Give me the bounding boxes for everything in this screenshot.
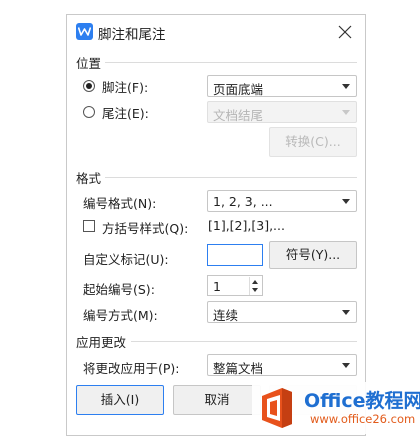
endnote-position-value: 文档结尾 [213,108,264,123]
custom-mark-label: 自定义标记(U): [83,252,169,267]
insert-button[interactable]: 插入(I) [76,385,164,415]
stepper-arrows[interactable] [249,277,261,295]
start-at-value: 1 [213,279,221,294]
custom-mark-input[interactable] [207,244,263,266]
start-at-stepper[interactable]: 1 [207,275,263,296]
watermark-title: Office教程网 [304,390,420,412]
cancel-button-label: 取消 [204,392,230,407]
numbering-select[interactable]: 连续 [207,301,357,323]
start-at-label: 起始编号(S): [83,282,155,297]
office-logo-icon [262,388,292,428]
chevron-down-icon [342,110,350,115]
wps-writer-icon [76,23,93,40]
location-divider [105,62,357,63]
office26-watermark: Office教程网 www.office26.com [252,382,420,434]
close-button[interactable] [335,22,355,42]
chevron-down-icon [342,199,350,204]
apply-to-select[interactable]: 整篇文档 [207,354,357,376]
close-icon [338,25,352,39]
footnote-position-value: 页面底端 [213,82,264,97]
watermark-url: www.office26.com [310,412,416,426]
footnote-radio[interactable] [83,80,95,92]
numbering-value: 连续 [213,308,239,323]
dialog-title: 脚注和尾注 [98,27,166,43]
chevron-down-icon[interactable] [252,288,258,292]
footnote-endnote-dialog: 脚注和尾注 位置 脚注(F): 页面底端 尾注(E): 文档结尾 转换(C)..… [66,14,366,436]
apply-to-value: 整篇文档 [213,361,264,376]
title-bar: 脚注和尾注 [67,15,365,49]
number-format-label: 编号格式(N): [83,196,157,211]
apply-divider [131,341,357,342]
format-divider [105,177,357,178]
endnote-radio[interactable] [83,106,95,118]
location-section-title: 位置 [76,56,102,71]
apply-to-label: 将更改应用于(P): [83,361,180,376]
endnote-position-select[interactable]: 文档结尾 [207,101,357,123]
bracket-style-label: 方括号样式(Q): [102,221,189,236]
format-section-title: 格式 [76,171,102,186]
apply-section-title: 应用更改 [76,335,127,350]
symbol-button-label: 符号(Y)... [285,247,341,262]
footnote-position-select[interactable]: 页面底端 [207,75,357,97]
insert-button-label: 插入(I) [100,392,140,407]
bracket-style-preview: [1],[2],[3],... [208,218,285,233]
number-format-value: 1, 2, 3, ... [213,194,273,209]
cancel-button[interactable]: 取消 [173,385,261,415]
chevron-down-icon [342,363,350,368]
convert-button[interactable]: 转换(C)... [269,127,357,157]
bracket-style-checkbox[interactable] [83,220,95,232]
symbol-button[interactable]: 符号(Y)... [269,241,357,269]
convert-button-label: 转换(C)... [285,134,341,149]
chevron-up-icon[interactable] [252,280,258,284]
number-format-select[interactable]: 1, 2, 3, ... [207,190,357,212]
chevron-down-icon [342,84,350,89]
numbering-label: 编号方式(M): [83,308,158,323]
footnote-label: 脚注(F): [102,80,149,95]
endnote-label: 尾注(E): [102,106,149,121]
chevron-down-icon [342,310,350,315]
